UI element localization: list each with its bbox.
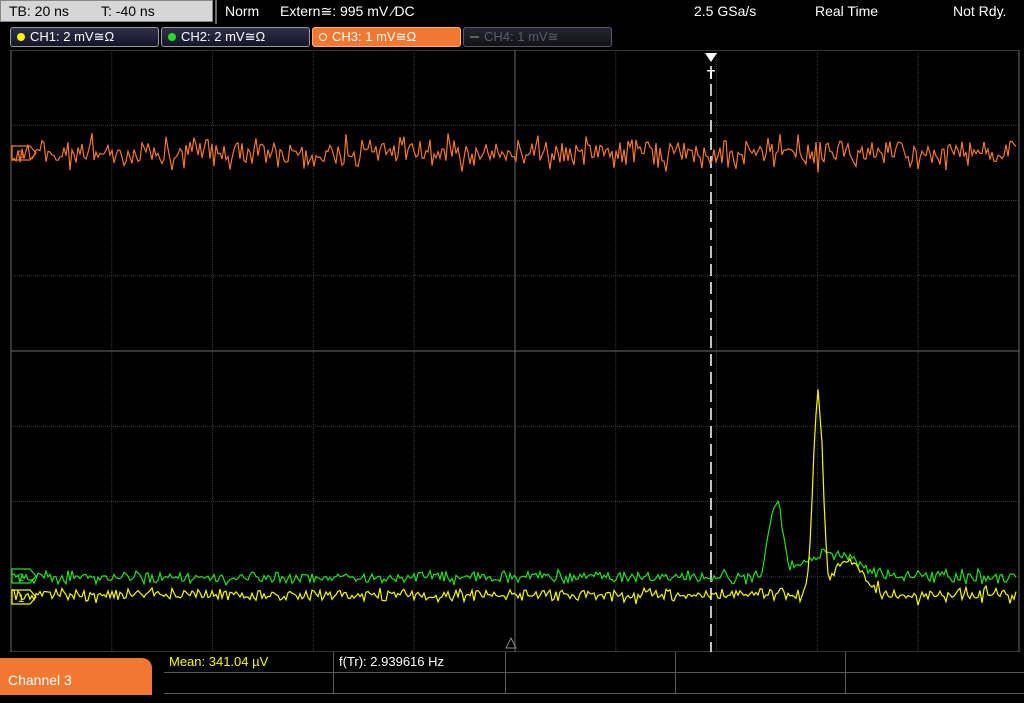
channel-1-label: CH1: 2 mV≅Ω	[30, 29, 115, 44]
channel-4-button[interactable]: CH4: 1 mV≅	[463, 27, 612, 47]
measurement-slot-10[interactable]	[846, 673, 1024, 694]
run-status: Not Rdy.	[953, 3, 1007, 19]
measurement-slot-3[interactable]	[506, 652, 676, 673]
channel-2-button[interactable]: CH2: 2 mV≅Ω	[161, 27, 310, 47]
waveform-svg: T 3 2 1	[10, 49, 1020, 653]
measurement-slot-5[interactable]	[846, 652, 1024, 673]
channel-4-label: CH4: 1 mV≅	[484, 29, 559, 44]
channel-4-dot	[470, 35, 479, 38]
timebase-box[interactable]: TB: 20 ns T: -40 ns	[0, 0, 213, 22]
ch3-marker-label: 3	[18, 149, 24, 161]
channel-bar: CH1: 2 mV≅Ω CH2: 2 mV≅Ω CH3: 1 mV≅Ω CH4:…	[0, 24, 1024, 50]
sample-rate: 2.5 GSa/s	[694, 3, 757, 19]
ch1-marker-label: 1	[18, 593, 24, 605]
trigger-marker-label: T	[707, 67, 715, 82]
channel-2-dot	[168, 32, 176, 41]
separator	[215, 0, 217, 24]
mean-measurement[interactable]: Mean: 341.04 µV	[164, 652, 334, 673]
channel-3-label: CH3: 1 mV≅Ω	[332, 29, 417, 44]
trigger-time-label: T: -40 ns	[101, 3, 155, 19]
measurement-slot-8[interactable]	[506, 673, 676, 694]
channel-3-button[interactable]: CH3: 1 mV≅Ω	[312, 27, 461, 47]
trigger-mode[interactable]: Norm	[225, 0, 259, 22]
channel-1-dot	[17, 32, 25, 41]
trigger-source[interactable]: Extern≅: 995 mV ⁄DC	[280, 0, 415, 22]
measurement-slot-4[interactable]	[676, 652, 846, 673]
top-status-bar: TB: 20 ns T: -40 ns Norm Extern≅: 995 mV…	[0, 0, 1024, 24]
measurement-slot-9[interactable]	[676, 673, 846, 694]
channel-menu-tab[interactable]: Channel 3	[0, 658, 152, 695]
measurement-table: Mean: 341.04 µV f(Tr): 2.939616 Hz	[164, 652, 1024, 695]
waveform-display[interactable]: T 3 2 1	[0, 49, 1024, 653]
measurement-slot-6[interactable]	[164, 673, 334, 694]
measurement-slot-7[interactable]	[334, 673, 506, 694]
channel-2-label: CH2: 2 mV≅Ω	[181, 29, 266, 44]
acquisition-mode: Real Time	[815, 3, 879, 19]
timebase-label: TB: 20 ns	[9, 3, 69, 19]
ch2-marker-label: 2	[18, 572, 24, 584]
frequency-measurement[interactable]: f(Tr): 2.939616 Hz	[334, 652, 506, 673]
channel-3-dot	[319, 32, 327, 41]
bottom-bar: Channel 3 Mean: 341.04 µV f(Tr): 2.93961…	[0, 652, 1024, 695]
channel-1-button[interactable]: CH1: 2 mV≅Ω	[10, 27, 159, 47]
